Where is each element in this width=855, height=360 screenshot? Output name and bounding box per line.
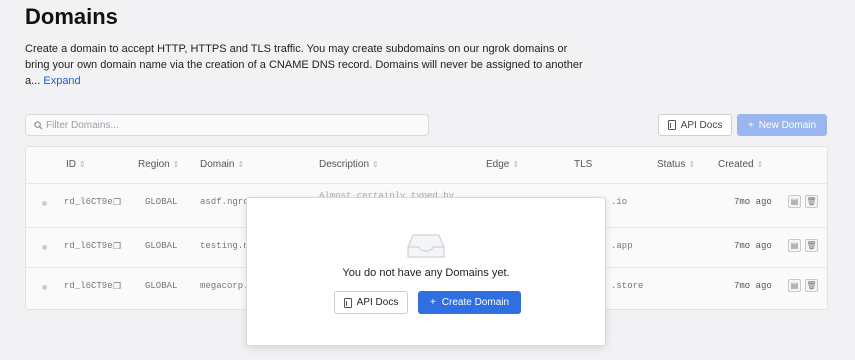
create-domain-label: Create Domain bbox=[441, 297, 510, 308]
plus-icon: + bbox=[747, 119, 754, 131]
page-description: Create a domain to accept HTTP, HTTPS an… bbox=[25, 41, 585, 89]
column-tls: TLS bbox=[574, 159, 593, 170]
column-id[interactable]: ID ⇕ bbox=[66, 159, 86, 170]
filter-box[interactable] bbox=[25, 114, 429, 136]
sort-icon: ⇕ bbox=[172, 160, 180, 169]
trash-icon[interactable]: 🗑 bbox=[805, 239, 818, 252]
trash-icon[interactable]: 🗑 bbox=[805, 279, 818, 292]
tls-cell: .app bbox=[611, 241, 633, 251]
id-cell: rd_l6CT9e bbox=[64, 281, 113, 291]
sort-icon: ⇕ bbox=[688, 160, 696, 169]
empty-state-modal: You do not have any Domains yet. API Doc… bbox=[246, 197, 606, 346]
column-region[interactable]: Region ⇕ bbox=[138, 159, 179, 170]
column-edge[interactable]: Edge ⇕ bbox=[486, 159, 519, 170]
domain-cell: megacorp. bbox=[200, 281, 249, 291]
sort-icon: ⇕ bbox=[512, 160, 520, 169]
domain-cell: testing.n bbox=[200, 241, 249, 251]
sort-icon: ⇕ bbox=[79, 160, 86, 169]
create-domain-button[interactable]: + Create Domain bbox=[418, 291, 521, 314]
document-icon bbox=[667, 120, 676, 130]
edit-icon[interactable]: ▤ bbox=[788, 195, 801, 208]
modal-api-docs-button[interactable]: API Docs bbox=[334, 291, 408, 314]
created-cell: 7mo ago bbox=[734, 281, 772, 291]
description-text: Create a domain to accept HTTP, HTTPS an… bbox=[25, 43, 583, 87]
status-dot bbox=[42, 201, 47, 206]
id-cell: rd_l6CT9e bbox=[64, 241, 113, 251]
page-title: Domains bbox=[25, 4, 118, 29]
status-dot bbox=[42, 245, 47, 250]
table-header: ID ⇕ Region ⇕ Domain ⇕ Description ⇕ Edge ⇕ T… bbox=[26, 147, 827, 183]
created-cell: 7mo ago bbox=[734, 197, 772, 207]
status-dot bbox=[42, 285, 47, 290]
modal-api-docs-label: API Docs bbox=[356, 297, 399, 308]
copy-icon[interactable]: ❐ bbox=[113, 241, 121, 252]
created-cell: 7mo ago bbox=[734, 241, 772, 251]
region-cell: GLOBAL bbox=[145, 241, 178, 251]
plus-icon: + bbox=[429, 297, 436, 308]
copy-icon[interactable]: ❐ bbox=[113, 281, 121, 292]
api-docs-label: API Docs bbox=[680, 119, 723, 131]
id-cell: rd_l6CT9e bbox=[64, 197, 113, 207]
sort-icon: ⇕ bbox=[372, 160, 379, 169]
api-docs-button[interactable]: API Docs bbox=[658, 114, 732, 136]
inbox-icon bbox=[407, 234, 445, 258]
search-icon bbox=[34, 120, 43, 130]
column-status[interactable]: Status ⇕ bbox=[657, 159, 695, 170]
empty-message: You do not have any Domains yet. bbox=[342, 267, 510, 279]
filter-domains-input[interactable] bbox=[46, 119, 406, 131]
tls-cell: .store bbox=[611, 281, 644, 291]
domain-cell: asdf.ngro bbox=[200, 197, 249, 207]
tls-cell: .io bbox=[611, 197, 628, 207]
expand-link[interactable]: Expand bbox=[43, 75, 80, 87]
sort-icon: ⇕ bbox=[237, 160, 245, 169]
column-domain[interactable]: Domain ⇕ bbox=[200, 159, 244, 170]
column-created[interactable]: Created ⇕ bbox=[718, 159, 763, 170]
edit-icon[interactable]: ▤ bbox=[788, 239, 801, 252]
region-cell: GLOBAL bbox=[145, 281, 178, 291]
region-cell: GLOBAL bbox=[145, 197, 178, 207]
sort-icon: ⇕ bbox=[756, 160, 764, 169]
copy-icon[interactable]: ❐ bbox=[113, 197, 121, 208]
document-icon bbox=[343, 297, 352, 308]
new-domain-button[interactable]: + New Domain bbox=[737, 114, 827, 136]
new-domain-label: New Domain bbox=[758, 119, 817, 131]
trash-icon[interactable]: 🗑 bbox=[805, 195, 818, 208]
column-description[interactable]: Description ⇕ bbox=[319, 159, 379, 170]
edit-icon[interactable]: ▤ bbox=[788, 279, 801, 292]
